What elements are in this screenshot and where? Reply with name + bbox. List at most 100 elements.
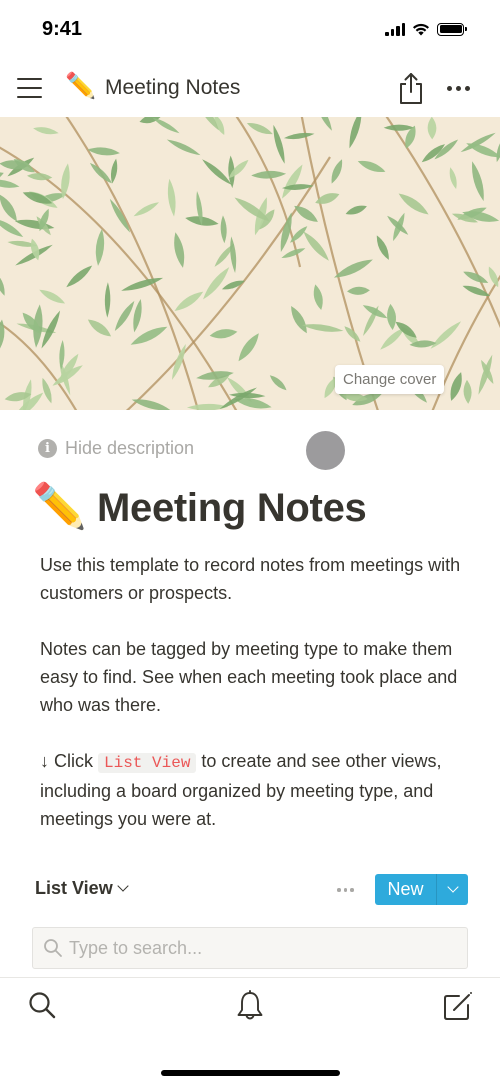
new-dropdown-button[interactable] xyxy=(437,874,468,905)
leaf xyxy=(238,333,259,362)
leaf xyxy=(316,117,332,131)
leaf xyxy=(0,194,17,222)
leaf xyxy=(133,202,160,217)
leaf xyxy=(450,372,462,401)
page-title[interactable]: Meeting Notes xyxy=(97,486,367,531)
hide-description-button[interactable]: i Hide description xyxy=(38,438,194,459)
search-input[interactable] xyxy=(69,937,449,959)
leaf xyxy=(449,167,457,189)
chevron-down-icon xyxy=(117,880,129,892)
leaf xyxy=(349,117,362,149)
leaf xyxy=(104,282,111,318)
leaf xyxy=(478,354,493,395)
leaf xyxy=(39,289,66,304)
branch xyxy=(235,117,302,268)
leaf xyxy=(220,215,227,244)
leaf xyxy=(111,158,118,184)
description-text: ↓ Click xyxy=(40,751,98,771)
leaf xyxy=(89,162,112,184)
hamburger-menu-icon[interactable] xyxy=(17,78,42,98)
nav-page-title: Meeting Notes xyxy=(105,76,241,99)
leaf xyxy=(251,170,287,179)
touch-indicator xyxy=(306,431,345,470)
leaf xyxy=(291,306,307,334)
leaf xyxy=(269,375,287,391)
leaf xyxy=(152,117,180,134)
leaf xyxy=(398,193,429,215)
description-paragraph: Use this template to record notes from m… xyxy=(40,555,461,603)
more-options-icon[interactable] xyxy=(447,86,470,91)
page-cover: Change cover xyxy=(0,117,500,410)
description-paragraph: ↓ Click List View to create and see othe… xyxy=(40,747,480,833)
page-emoji-icon: ✏️ xyxy=(65,72,97,100)
leaf xyxy=(463,379,472,404)
leaf xyxy=(301,324,344,332)
compose-icon[interactable] xyxy=(442,990,474,1022)
leaf xyxy=(230,236,237,273)
leaf xyxy=(0,179,20,188)
battery-icon xyxy=(437,22,467,36)
bottom-tab-bar xyxy=(0,977,500,1080)
leaf xyxy=(131,399,171,410)
leaf xyxy=(87,319,112,337)
leaf xyxy=(331,159,343,184)
leaf xyxy=(281,248,306,258)
leaf xyxy=(313,284,323,310)
hide-description-label: Hide description xyxy=(65,438,195,458)
status-icons xyxy=(385,22,467,36)
view-more-icon[interactable] xyxy=(337,888,354,892)
leaf xyxy=(174,232,185,268)
leaf xyxy=(471,161,484,202)
home-indicator[interactable] xyxy=(161,1070,340,1076)
leaf xyxy=(294,205,318,222)
leaf xyxy=(0,319,5,351)
leaf xyxy=(376,235,389,260)
leaf xyxy=(59,340,65,370)
leaf xyxy=(387,303,396,330)
leaf xyxy=(427,117,437,140)
leaf xyxy=(203,267,230,300)
leaf xyxy=(42,377,52,404)
new-button[interactable]: New xyxy=(375,874,436,905)
leaf xyxy=(273,124,285,164)
leaf xyxy=(209,329,238,339)
leaf xyxy=(114,300,135,331)
info-icon: i xyxy=(38,439,57,458)
status-time: 9:41 xyxy=(42,18,83,40)
leaf xyxy=(496,138,500,163)
leaf xyxy=(167,178,176,217)
leaf xyxy=(347,286,370,295)
leaf xyxy=(362,305,388,319)
leaf xyxy=(345,205,367,215)
leaf xyxy=(0,218,24,237)
cellular-signal-icon xyxy=(385,22,405,36)
page-icon[interactable]: ✏️ xyxy=(32,480,87,532)
view-selector[interactable]: List View xyxy=(35,878,129,899)
leaf xyxy=(109,198,131,233)
status-bar: 9:41 xyxy=(0,0,500,62)
leaf xyxy=(0,272,5,296)
leaf xyxy=(357,160,386,172)
search-icon[interactable] xyxy=(27,990,57,1020)
leaf xyxy=(488,266,499,288)
new-button-group: New xyxy=(375,874,468,905)
bell-icon[interactable] xyxy=(235,990,265,1024)
leaf xyxy=(246,123,273,135)
search-icon xyxy=(44,939,62,957)
chevron-down-icon xyxy=(446,881,459,893)
change-cover-button[interactable]: Change cover xyxy=(335,365,445,394)
leaf xyxy=(66,265,93,288)
share-icon[interactable] xyxy=(396,70,426,106)
leaf xyxy=(383,124,415,131)
description-paragraph: Notes can be tagged by meeting type to m… xyxy=(40,639,458,715)
wifi-icon xyxy=(413,23,429,36)
inline-code-list-view[interactable]: List View xyxy=(98,753,197,773)
leaf xyxy=(282,164,303,199)
leaf xyxy=(430,321,462,349)
leaf xyxy=(166,139,201,156)
leaf xyxy=(283,132,315,140)
leaf xyxy=(95,229,105,266)
top-nav-bar: ✏️ Meeting Notes xyxy=(0,62,500,116)
database-view-bar: List View New xyxy=(35,874,468,906)
leaf xyxy=(174,291,204,311)
